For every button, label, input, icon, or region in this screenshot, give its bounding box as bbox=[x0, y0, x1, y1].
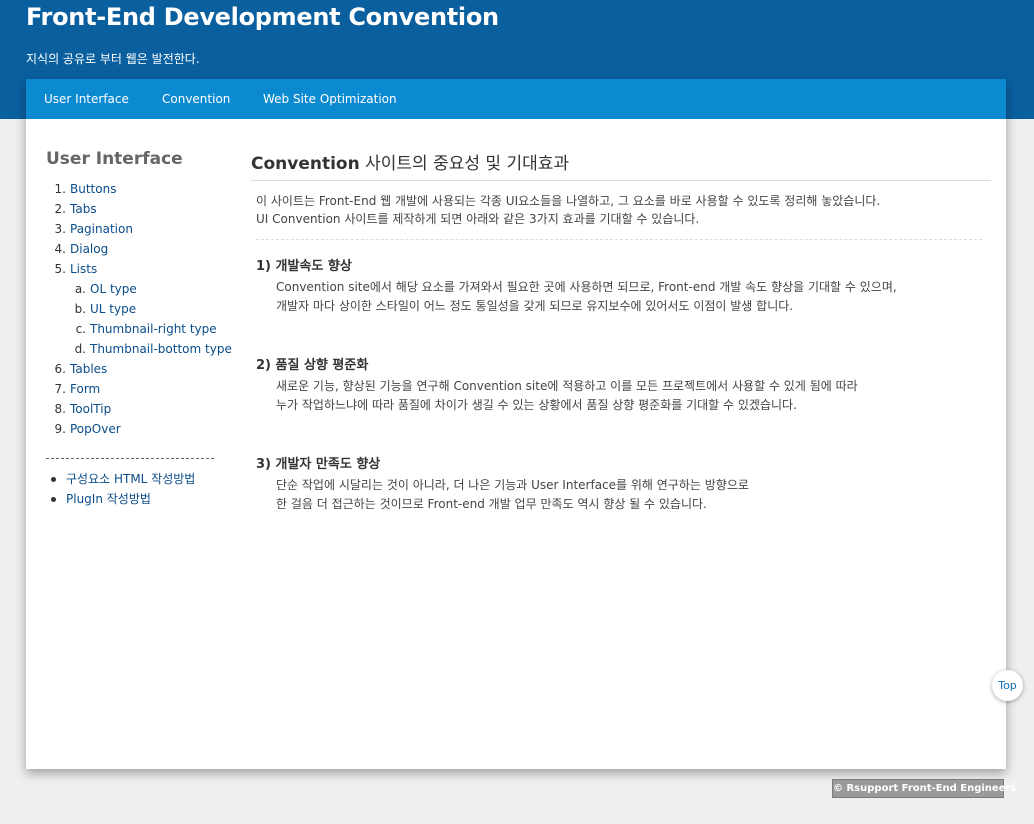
sidebar-item: 5. Lists bbox=[46, 260, 246, 280]
link-plugin-guide[interactable]: PlugIn 작성방법 bbox=[66, 490, 151, 508]
item-number: 7. bbox=[54, 382, 66, 396]
intro-divider bbox=[256, 239, 982, 240]
item-number: 4. bbox=[54, 242, 66, 256]
sidebar-link-buttons[interactable]: Buttons bbox=[70, 180, 116, 198]
sidebar-subitem: c. Thumbnail-right type bbox=[46, 320, 246, 340]
sidebar-list: 1. Buttons 2. Tabs 3. Pagination 4. Dialog 5… bbox=[46, 180, 246, 440]
sidebar-link-ul-type[interactable]: UL type bbox=[90, 300, 136, 318]
content-title: Convention 사이트의 중요성 및 기대효과 bbox=[251, 149, 569, 174]
sidebar-item: 2. Tabs bbox=[46, 200, 246, 220]
item-number: 8. bbox=[54, 402, 66, 416]
scroll-top-button[interactable]: Top bbox=[992, 670, 1023, 701]
item-letter: c. bbox=[75, 322, 86, 336]
list-item: PlugIn 작성방법 bbox=[46, 490, 246, 510]
link-html-guide[interactable]: 구성요소 HTML 작성방법 bbox=[66, 470, 195, 488]
sidebar-divider bbox=[46, 458, 214, 459]
nav-item-convention[interactable]: Convention bbox=[162, 92, 230, 106]
sidebar-item: 9. PopOver bbox=[46, 420, 246, 440]
item-letter: a. bbox=[74, 282, 86, 296]
section-title: 3) 개발자 만족도 향상 bbox=[256, 457, 381, 472]
item-number: 3. bbox=[54, 222, 66, 236]
main-container: User Interface Convention Web Site Optim… bbox=[26, 79, 1006, 769]
intro-line: 이 사이트는 Front-End 웹 개발에 사용되는 각종 UI요소들을 나열… bbox=[256, 194, 881, 208]
sidebar-link-form[interactable]: Form bbox=[70, 380, 100, 398]
section-body: 새로운 기능, 향상된 기능을 연구해 Convention site에 적용하… bbox=[276, 377, 858, 415]
bullet-icon bbox=[51, 477, 56, 482]
item-number: 9. bbox=[54, 422, 66, 436]
section-line: 한 걸음 더 접근하는 것이므로 Front-end 개발 업무 만족도 역시 … bbox=[276, 497, 707, 511]
list-item: 구성요소 HTML 작성방법 bbox=[46, 470, 246, 490]
sidebar-link-thumbnail-bottom[interactable]: Thumbnail-bottom type bbox=[90, 340, 232, 358]
section-title: 1) 개발속도 향상 bbox=[256, 259, 352, 274]
nav-item-web-site-optimization[interactable]: Web Site Optimization bbox=[263, 92, 397, 106]
global-nav: User Interface Convention Web Site Optim… bbox=[26, 79, 1006, 119]
section-body: 단순 작업에 시달리는 것이 아니라, 더 나은 기능과 User Interf… bbox=[276, 476, 749, 514]
section-line: 누가 작업하느냐에 따라 품질에 차이가 생길 수 있는 상황에서 품질 상향 … bbox=[276, 398, 797, 412]
sidebar-item: 1. Buttons bbox=[46, 180, 246, 200]
sidebar-extra-links: 구성요소 HTML 작성방법 PlugIn 작성방법 bbox=[46, 470, 246, 510]
section-body: Convention site에서 해당 요소를 가져와서 필요한 곳에 사용하… bbox=[276, 278, 897, 316]
section-line: Convention site에서 해당 요소를 가져와서 필요한 곳에 사용하… bbox=[276, 280, 897, 294]
bullet-icon bbox=[51, 497, 56, 502]
sidebar-link-popover[interactable]: PopOver bbox=[70, 420, 121, 438]
item-letter: b. bbox=[74, 302, 86, 316]
sidebar-item: 4. Dialog bbox=[46, 240, 246, 260]
site-title: Front-End Development Convention bbox=[26, 3, 499, 31]
content-title-rest: 사이트의 중요성 및 기대효과 bbox=[359, 154, 570, 174]
footer-credit: © Rsupport Front-End Engineers bbox=[832, 779, 1016, 798]
sidebar-item: 6. Tables bbox=[46, 360, 246, 380]
content-title-bold: Convention bbox=[251, 154, 360, 174]
sidebar-link-thumbnail-right[interactable]: Thumbnail-right type bbox=[90, 320, 217, 338]
sidebar-link-ol-type[interactable]: OL type bbox=[90, 280, 137, 298]
item-number: 2. bbox=[54, 202, 66, 216]
item-letter: d. bbox=[74, 342, 86, 356]
section-line: 개발자 마다 상이한 스타일이 어느 정도 통일성을 갖게 되므로 유지보수에 … bbox=[276, 299, 794, 313]
sidebar-link-tabs[interactable]: Tabs bbox=[70, 200, 97, 218]
section-line: 단순 작업에 시달리는 것이 아니라, 더 나은 기능과 User Interf… bbox=[276, 478, 749, 492]
sidebar-subitem: b. UL type bbox=[46, 300, 246, 320]
sidebar-subitem: d. Thumbnail-bottom type bbox=[46, 340, 246, 360]
item-number: 1. bbox=[54, 182, 66, 196]
sidebar-item: 8. ToolTip bbox=[46, 400, 246, 420]
intro-text: 이 사이트는 Front-End 웹 개발에 사용되는 각종 UI요소들을 나열… bbox=[256, 192, 976, 228]
item-number: 5. bbox=[54, 262, 66, 276]
sidebar-link-pagination[interactable]: Pagination bbox=[70, 220, 133, 238]
sidebar-subitem: a. OL type bbox=[46, 280, 246, 300]
sidebar-link-tables[interactable]: Tables bbox=[70, 360, 107, 378]
sidebar-link-lists[interactable]: Lists bbox=[70, 260, 97, 278]
intro-line: UI Convention 사이트를 제작하게 되면 아래와 같은 3가지 효과… bbox=[256, 212, 700, 226]
title-divider bbox=[251, 180, 991, 181]
nav-item-user-interface[interactable]: User Interface bbox=[44, 92, 129, 106]
sidebar-title: User Interface bbox=[46, 149, 183, 169]
sidebar-item: 3. Pagination bbox=[46, 220, 246, 240]
sidebar-link-dialog[interactable]: Dialog bbox=[70, 240, 108, 258]
site-subtitle: 지식의 공유로 부터 웹은 발전한다. bbox=[26, 52, 200, 66]
section-title: 2) 품질 상향 평준화 bbox=[256, 358, 369, 373]
item-number: 6. bbox=[54, 362, 66, 376]
sidebar-item: 7. Form bbox=[46, 380, 246, 400]
sidebar-link-tooltip[interactable]: ToolTip bbox=[70, 400, 111, 418]
section-line: 새로운 기능, 향상된 기능을 연구해 Convention site에 적용하… bbox=[276, 379, 858, 393]
